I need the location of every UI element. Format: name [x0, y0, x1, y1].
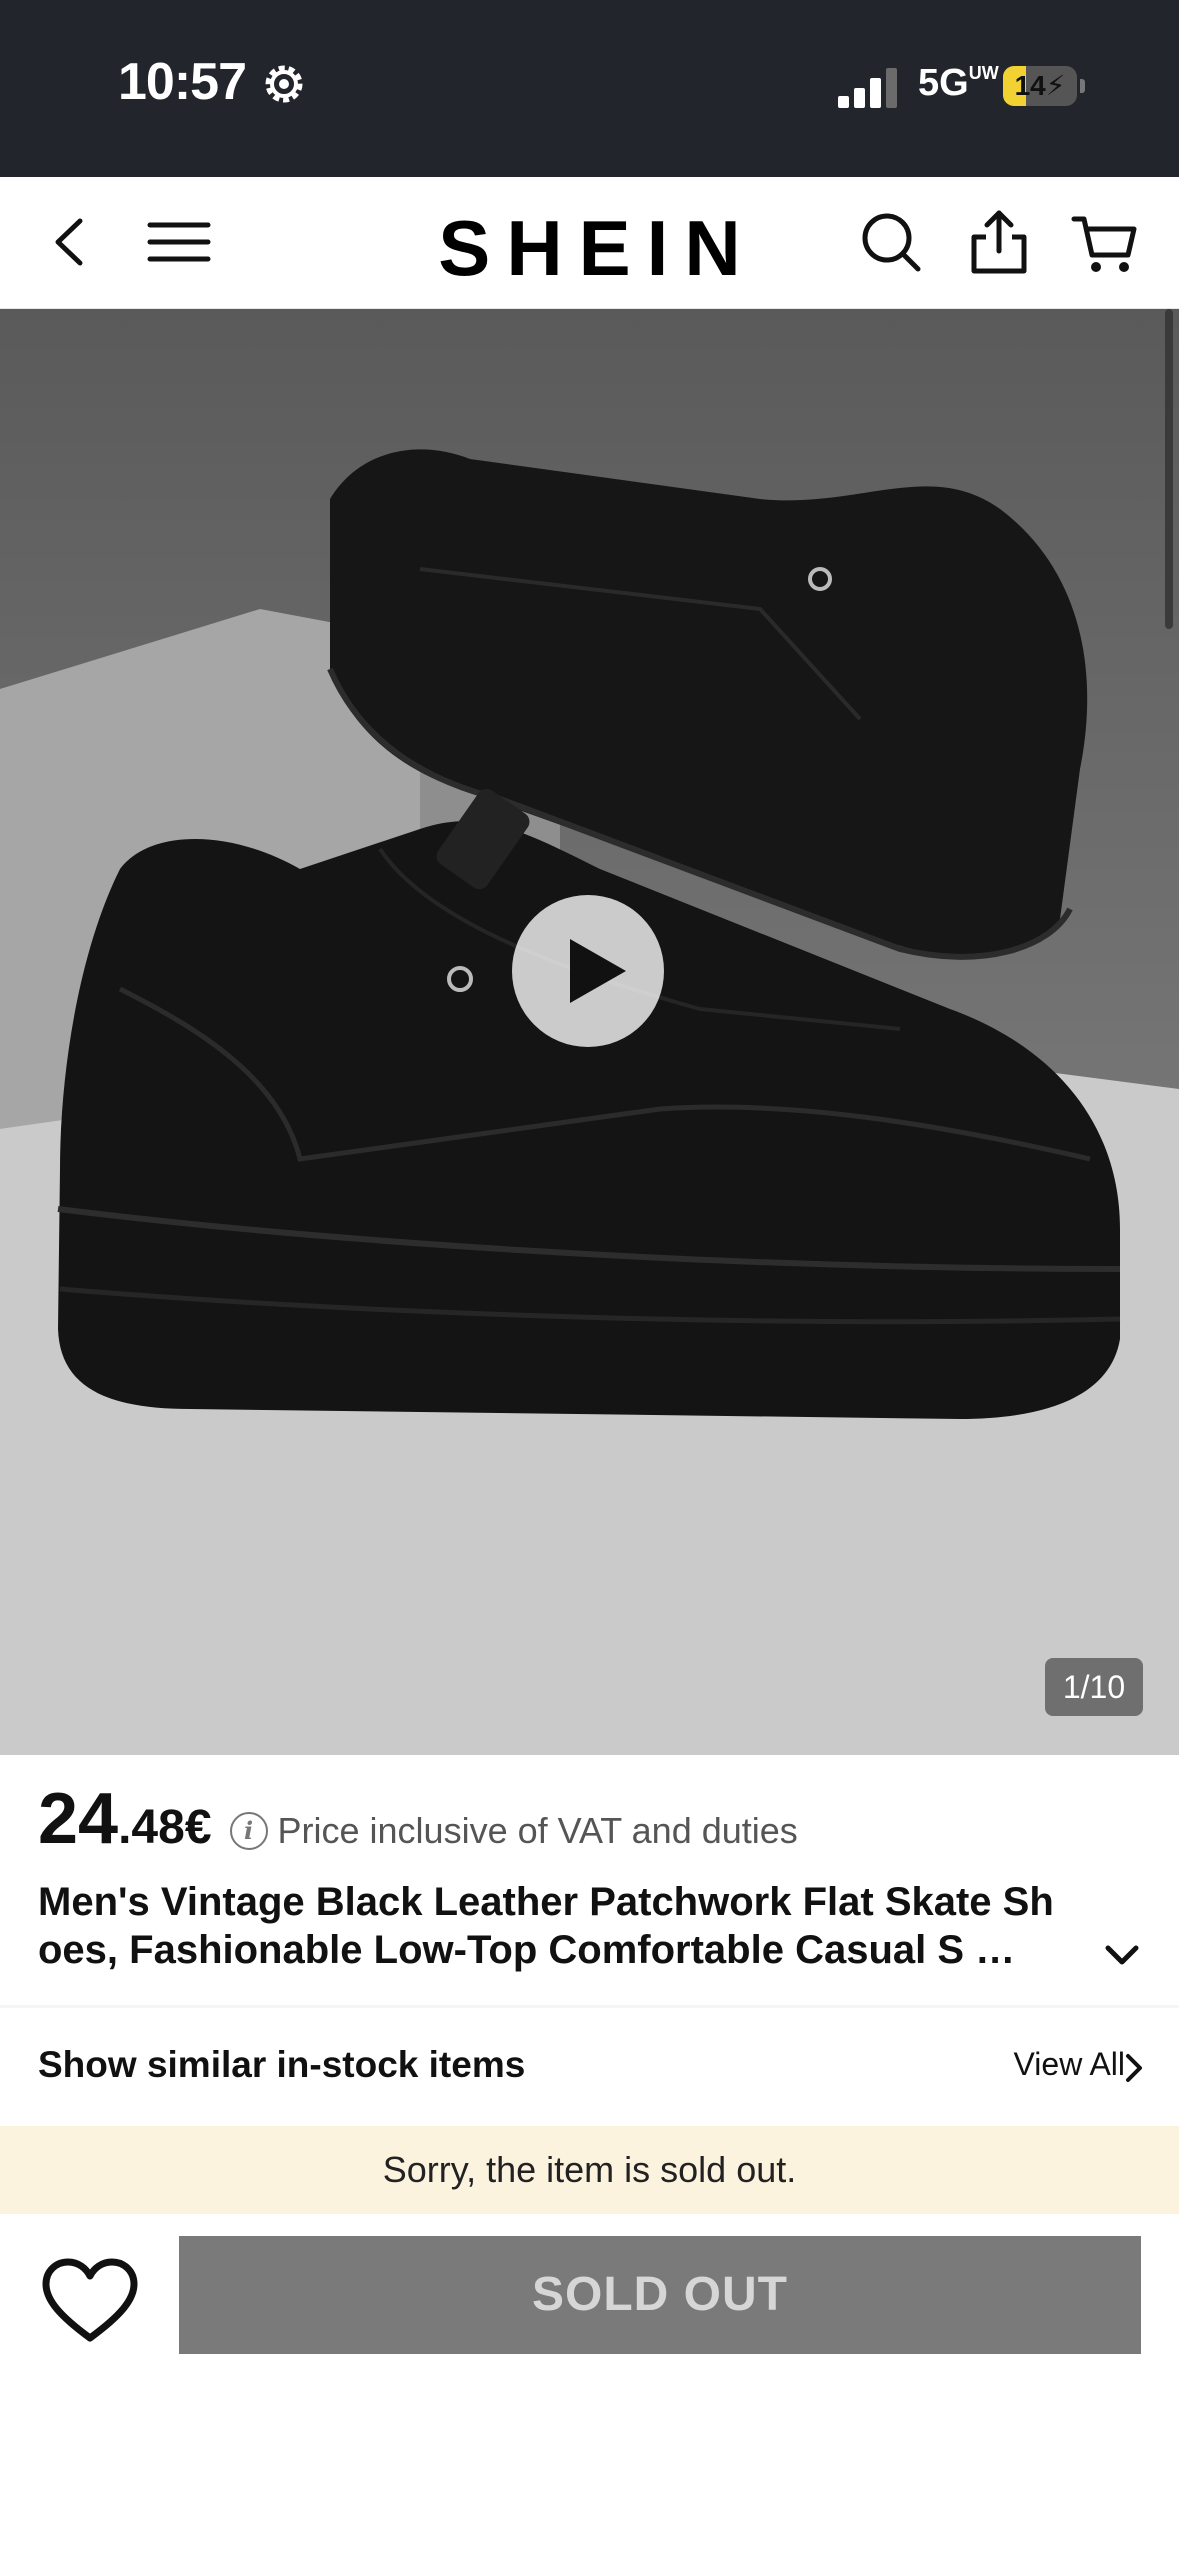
status-time: 10:57	[118, 53, 247, 111]
cart-icon[interactable]	[1070, 207, 1140, 277]
product-title[interactable]: Men's Vintage Black Leather Patchwork Fl…	[38, 1878, 1138, 1974]
gear-icon	[265, 65, 303, 103]
battery-icon: 14⚡	[1003, 66, 1077, 106]
gallery-scrollbar[interactable]	[1165, 309, 1173, 629]
view-all-link[interactable]: View All	[1014, 2046, 1125, 2083]
heart-icon[interactable]	[40, 2258, 140, 2344]
price-note: Price inclusive of VAT and duties	[277, 1810, 798, 1851]
play-icon	[570, 939, 626, 1003]
search-icon[interactable]	[856, 207, 926, 277]
chevron-down-icon[interactable]	[1100, 1940, 1144, 1970]
network-label: 5GUW	[918, 62, 999, 104]
chevron-right-icon[interactable]	[1123, 2052, 1145, 2084]
battery-nub	[1080, 79, 1085, 93]
top-nav: SHEIN	[0, 177, 1179, 310]
price-integer: 24	[38, 1779, 119, 1859]
similar-items-title: Show similar in-stock items	[38, 2044, 526, 2085]
product-gallery[interactable]: 1/10	[0, 309, 1179, 1755]
price-decimal: .48€	[118, 1801, 212, 1854]
video-play-button[interactable]	[512, 895, 664, 1047]
product-title-line-1: Men's Vintage Black Leather Patchwork Fl…	[38, 1880, 1054, 1924]
info-icon[interactable]: i	[229, 1812, 268, 1850]
battery-label: 14	[1014, 70, 1046, 101]
share-icon[interactable]	[964, 207, 1034, 277]
signal-icon	[838, 68, 897, 108]
soldout-banner: Sorry, the item is sold out.	[0, 2126, 1179, 2214]
price-row: 24.48€ i Price inclusive of VAT and duties	[38, 1778, 798, 1859]
similar-items-row[interactable]: Show similar in-stock items View All	[0, 2008, 1179, 2126]
product-title-line-2: oes, Fashionable Low-Top Comfortable Cas…	[38, 1928, 1016, 1972]
image-counter: 1/10	[1045, 1658, 1143, 1716]
sold-out-button[interactable]: SOLD OUT	[179, 2236, 1141, 2354]
status-bar: 10:57 5GUW 14⚡	[0, 0, 1179, 177]
